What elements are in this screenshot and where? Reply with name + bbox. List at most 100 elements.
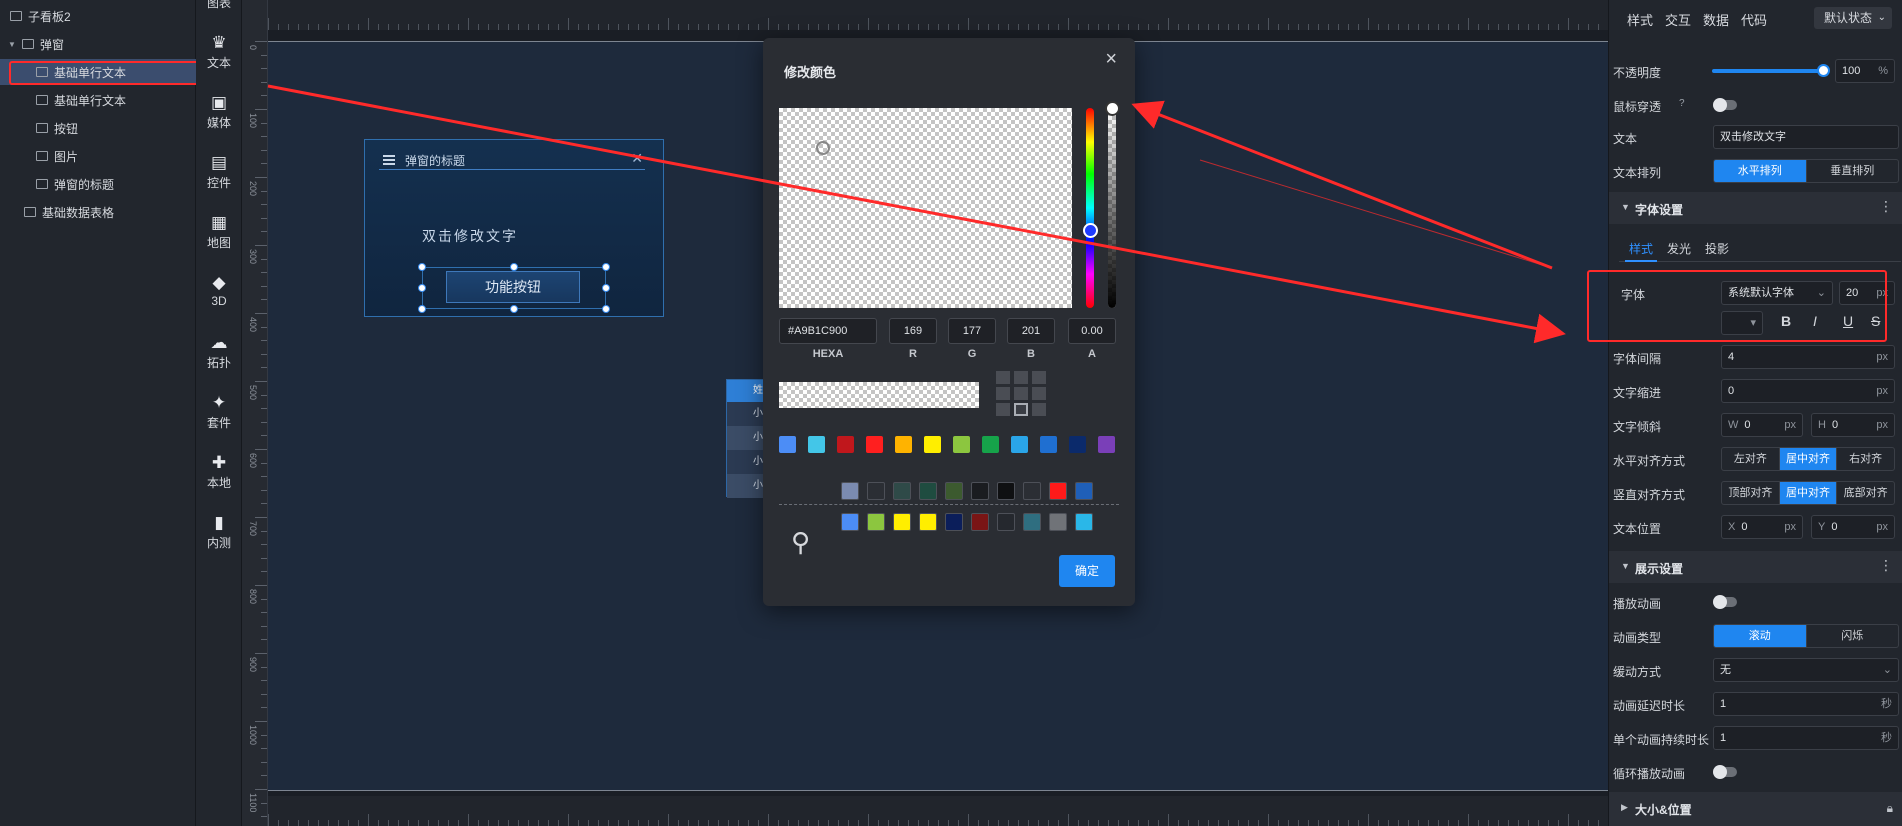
blue-input[interactable]: 201 bbox=[1007, 318, 1055, 344]
more-icon[interactable]: ⋮ bbox=[1879, 198, 1893, 215]
history-color-swatch[interactable] bbox=[893, 513, 911, 531]
display-section-header[interactable]: ▼ 展示设置 ⋮ bbox=[1609, 551, 1902, 583]
color-cursor[interactable] bbox=[816, 141, 830, 155]
indent-input[interactable]: 0 px bbox=[1721, 379, 1895, 403]
preset-color-swatch[interactable] bbox=[1040, 436, 1057, 453]
skew-h-input[interactable]: H 0 px bbox=[1811, 413, 1895, 437]
alpha-input[interactable]: 0.00 bbox=[1068, 318, 1116, 344]
resize-handle[interactable] bbox=[418, 263, 426, 271]
alpha-slider[interactable] bbox=[1108, 108, 1116, 308]
resize-handle[interactable] bbox=[602, 284, 610, 292]
font-section-header[interactable]: ▼ 字体设置 ⋮ bbox=[1609, 192, 1902, 224]
halign-center[interactable]: 居中对齐 bbox=[1779, 448, 1838, 470]
dialog-preview-text[interactable]: 双击修改文字 bbox=[422, 226, 518, 246]
color-mode-grid[interactable] bbox=[996, 371, 1048, 419]
size-section-header[interactable]: ▶ 大小&位置 🔒︎ bbox=[1609, 792, 1902, 826]
halign-right[interactable]: 右对齐 bbox=[1837, 448, 1894, 470]
arrange-vertical[interactable]: 垂直排列 bbox=[1807, 160, 1899, 182]
preset-color-swatch[interactable] bbox=[779, 436, 796, 453]
history-color-swatch[interactable] bbox=[867, 482, 885, 500]
grid-cell[interactable] bbox=[1032, 403, 1046, 416]
grid-cell[interactable] bbox=[1014, 371, 1028, 384]
easing-select[interactable]: 无 ⌄ bbox=[1713, 658, 1899, 682]
preset-color-swatch[interactable] bbox=[982, 436, 999, 453]
halign-left[interactable]: 左对齐 bbox=[1722, 448, 1780, 470]
history-color-swatch[interactable] bbox=[997, 482, 1015, 500]
grid-cell[interactable] bbox=[996, 387, 1010, 400]
resize-handle[interactable] bbox=[602, 263, 610, 271]
resize-handle[interactable] bbox=[510, 305, 518, 313]
preset-color-swatch[interactable] bbox=[837, 436, 854, 453]
tree-item-dialog-title[interactable]: 弹窗的标题 bbox=[0, 171, 196, 197]
arrange-horizontal[interactable]: 水平排列 bbox=[1714, 160, 1807, 182]
preset-color-swatch[interactable] bbox=[866, 436, 883, 453]
function-button-preview[interactable]: 功能按钮 bbox=[446, 271, 580, 303]
more-icon[interactable]: ⋮ bbox=[1879, 557, 1893, 574]
opacity-slider-track[interactable] bbox=[1712, 69, 1824, 73]
delay-input[interactable]: 1秒 bbox=[1713, 692, 1899, 716]
history-color-swatch[interactable] bbox=[841, 482, 859, 500]
tree-item-button[interactable]: 按钮 bbox=[0, 115, 196, 141]
history-color-swatch[interactable] bbox=[867, 513, 885, 531]
hexa-input[interactable]: #A9B1C900 bbox=[779, 318, 877, 344]
duration-input[interactable]: 1秒 bbox=[1713, 726, 1899, 750]
letter-spacing-input[interactable]: 4 px bbox=[1721, 345, 1895, 369]
history-color-swatch[interactable] bbox=[1049, 513, 1067, 531]
tree-item-table[interactable]: 基础数据表格 bbox=[0, 199, 196, 225]
preset-color-swatch[interactable] bbox=[924, 436, 941, 453]
anim-scroll[interactable]: 滚动 bbox=[1714, 625, 1807, 647]
grid-cell[interactable] bbox=[1032, 371, 1046, 384]
loop-toggle[interactable] bbox=[1713, 765, 1737, 779]
pos-y-input[interactable]: Y 0 px bbox=[1811, 515, 1895, 539]
rail-kit[interactable]: ✦ 套件 bbox=[196, 394, 242, 431]
opacity-input[interactable]: 100% bbox=[1835, 59, 1895, 83]
caret-down-icon[interactable]: ▼ bbox=[8, 40, 18, 49]
valign-bottom[interactable]: 底部对齐 bbox=[1837, 482, 1894, 504]
grid-cell[interactable] bbox=[996, 371, 1010, 384]
rail-chart[interactable]: 图表 bbox=[196, 0, 242, 11]
subtab-glow[interactable]: 发光 bbox=[1667, 240, 1691, 257]
history-color-swatch[interactable] bbox=[919, 513, 937, 531]
tree-root[interactable]: 子看板2 bbox=[0, 3, 196, 29]
preset-color-swatch[interactable] bbox=[1069, 436, 1086, 453]
confirm-button[interactable]: 确定 bbox=[1059, 555, 1115, 587]
state-select[interactable]: 默认状态 ⌄ bbox=[1814, 7, 1892, 29]
history-color-swatch[interactable] bbox=[971, 482, 989, 500]
tab-data[interactable]: 数据 bbox=[1703, 10, 1729, 29]
help-icon[interactable]: ? bbox=[1679, 98, 1685, 109]
preset-color-swatch[interactable] bbox=[953, 436, 970, 453]
resize-handle[interactable] bbox=[510, 263, 518, 271]
history-color-swatch[interactable] bbox=[1075, 513, 1093, 531]
preset-color-swatch[interactable] bbox=[895, 436, 912, 453]
history-color-swatch[interactable] bbox=[945, 513, 963, 531]
history-color-swatch[interactable] bbox=[1049, 482, 1067, 500]
hue-slider-handle[interactable] bbox=[1083, 223, 1098, 238]
alpha-slider-handle[interactable] bbox=[1105, 101, 1120, 116]
grid-cell[interactable] bbox=[1014, 387, 1028, 400]
rail-topology[interactable]: ☁ 拓扑 bbox=[196, 334, 242, 371]
lock-icon[interactable]: 🔒︎ bbox=[1887, 801, 1893, 816]
history-color-swatch[interactable] bbox=[1023, 513, 1041, 531]
opacity-slider-handle[interactable] bbox=[1817, 64, 1830, 77]
rail-beta[interactable]: ▮ 内测 bbox=[196, 514, 242, 551]
rail-3d[interactable]: ◆ 3D bbox=[196, 274, 242, 309]
rail-map[interactable]: ▦ 地图 bbox=[196, 214, 242, 251]
tree-item-text-2[interactable]: 基础单行文本 bbox=[0, 87, 196, 113]
preset-color-swatch[interactable] bbox=[808, 436, 825, 453]
anim-blink[interactable]: 闪烁 bbox=[1807, 625, 1899, 647]
text-input[interactable]: 双击修改文字 bbox=[1713, 125, 1899, 149]
tree-group-dialog[interactable]: ▼ 弹窗 bbox=[0, 31, 196, 57]
mouse-through-toggle[interactable] bbox=[1713, 98, 1737, 112]
eyedropper-icon[interactable]: ⚲ bbox=[791, 527, 810, 558]
resize-handle[interactable] bbox=[418, 305, 426, 313]
tab-style[interactable]: 样式 bbox=[1627, 10, 1653, 29]
resize-handle[interactable] bbox=[418, 284, 426, 292]
history-color-swatch[interactable] bbox=[893, 482, 911, 500]
subtab-style[interactable]: 样式 bbox=[1624, 240, 1658, 262]
preset-color-swatch[interactable] bbox=[1098, 436, 1115, 453]
resize-handle[interactable] bbox=[602, 305, 610, 313]
valign-middle[interactable]: 居中对齐 bbox=[1779, 482, 1838, 504]
hue-slider[interactable] bbox=[1086, 108, 1094, 308]
pos-x-input[interactable]: X 0 px bbox=[1721, 515, 1803, 539]
close-icon[interactable]: × bbox=[1105, 48, 1117, 71]
